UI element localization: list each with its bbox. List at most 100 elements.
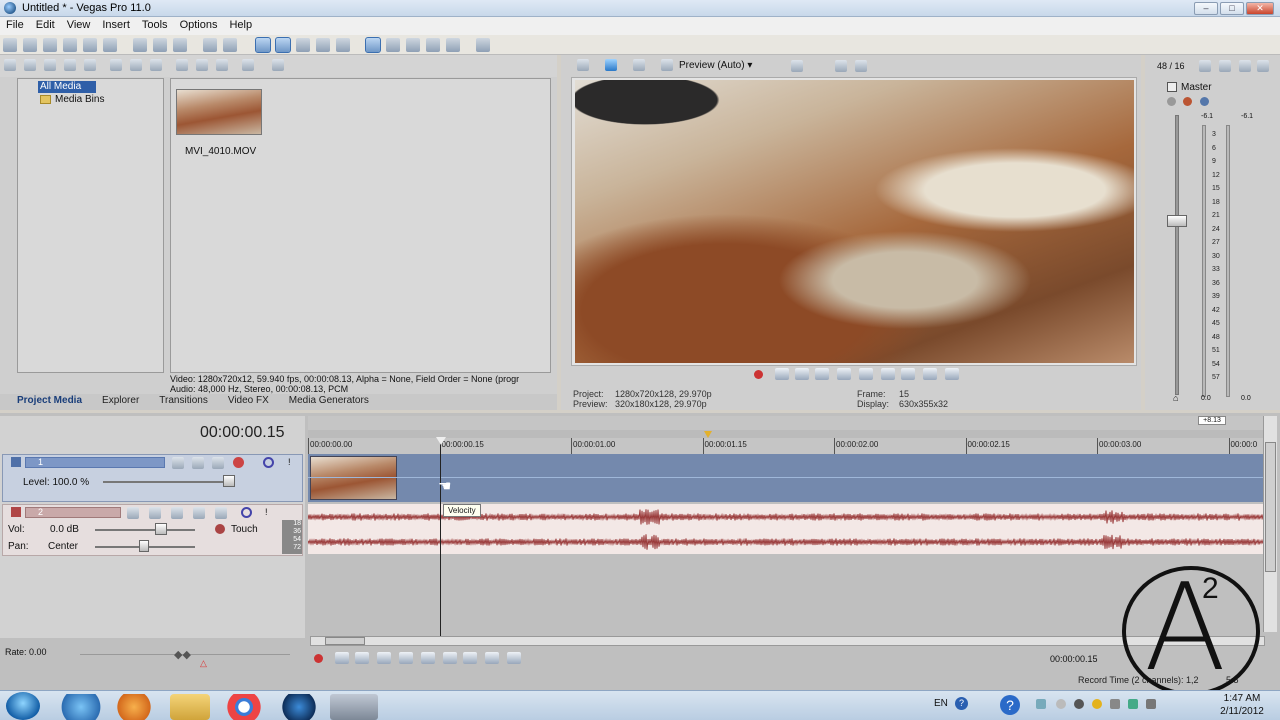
video-level-slider[interactable]: [103, 481, 233, 483]
file-explorer-icon[interactable]: [170, 694, 210, 720]
tab-explorer[interactable]: Explorer: [102, 395, 139, 406]
audio-fx-icon[interactable]: [149, 507, 161, 519]
tray-icon[interactable]: [1092, 699, 1102, 709]
master-insert-fx-icon[interactable]: [1167, 97, 1176, 106]
tree-item-media-bins[interactable]: Media Bins: [55, 94, 104, 105]
ignore-grouping-icon[interactable]: [406, 38, 421, 52]
render-icon[interactable]: [83, 38, 97, 52]
close-button[interactable]: ✕: [1246, 2, 1274, 15]
loop-marker-icon[interactable]: [704, 431, 712, 438]
save-as-icon[interactable]: [63, 38, 77, 52]
menu-file[interactable]: File: [0, 17, 30, 33]
compositing-mode-icon[interactable]: [172, 457, 184, 469]
tray-icon[interactable]: [1110, 699, 1120, 709]
automation-icon[interactable]: [215, 524, 225, 534]
undo-icon[interactable]: [202, 38, 217, 52]
split-screen-icon[interactable]: [661, 59, 673, 71]
play-icon[interactable]: [815, 368, 829, 380]
master-menu-icon[interactable]: [1257, 60, 1269, 72]
video-mute-icon[interactable]: [263, 457, 274, 468]
video-event-clip[interactable]: [310, 456, 397, 500]
track-fx-icon[interactable]: [212, 457, 224, 469]
playhead-handle-icon[interactable]: [436, 437, 446, 445]
loop-icon[interactable]: [775, 368, 789, 380]
chrome-icon[interactable]: [220, 694, 268, 720]
go-to-end-icon[interactable]: [901, 368, 915, 380]
tab-media-generators[interactable]: Media Generators: [289, 395, 369, 406]
go-to-start-icon[interactable]: [881, 368, 895, 380]
search-icon[interactable]: [272, 59, 284, 71]
camera-app-icon[interactable]: [330, 694, 378, 720]
auto-preview-icon[interactable]: [216, 59, 228, 71]
master-effects-icon[interactable]: [1183, 97, 1192, 106]
vol-slider[interactable]: [95, 529, 195, 531]
video-track-name-field[interactable]: [25, 457, 165, 468]
audio-solo-icon[interactable]: !: [265, 507, 268, 517]
preview-quality-dropdown[interactable]: Preview (Auto) ▾: [679, 60, 752, 71]
video-fx-icon[interactable]: [633, 59, 645, 71]
auto-crossfade-icon[interactable]: [426, 38, 441, 52]
play-media-icon[interactable]: [176, 59, 188, 71]
clock-date[interactable]: 2/11/2012: [1212, 706, 1272, 717]
marker-bar[interactable]: [308, 430, 1263, 438]
vol-slider-handle[interactable]: [155, 523, 167, 535]
timeline-loop-icon[interactable]: [335, 652, 349, 664]
stop-icon[interactable]: [859, 368, 873, 380]
tab-video-fx[interactable]: Video FX: [228, 395, 269, 406]
open-icon[interactable]: [23, 38, 37, 52]
tray-icon[interactable]: [1074, 699, 1084, 709]
volume-icon[interactable]: [1146, 699, 1156, 709]
lock-icon[interactable]: ⌂: [1173, 393, 1178, 403]
help-tray-icon[interactable]: ?: [1000, 695, 1020, 715]
timeline-play-icon[interactable]: [377, 652, 391, 664]
tray-icon[interactable]: [1056, 699, 1066, 709]
what-is-this-help-icon[interactable]: [475, 38, 490, 52]
markers-icon[interactable]: [446, 38, 461, 52]
save-snapshot-icon[interactable]: [855, 60, 867, 72]
capture-icon[interactable]: [24, 59, 36, 71]
minimize-button[interactable]: –: [1194, 2, 1218, 15]
video-level-slider-handle[interactable]: [223, 475, 235, 487]
maximize-button[interactable]: □: [1220, 2, 1244, 15]
clock-time[interactable]: 1:47 AM: [1212, 693, 1272, 704]
media-generators-icon[interactable]: [150, 59, 162, 71]
audio-track-collapse-icon[interactable]: [11, 507, 21, 517]
audio-track-fx-icon[interactable]: [171, 507, 183, 519]
properties-icon[interactable]: [103, 38, 117, 52]
vertical-scrollbar[interactable]: [1263, 416, 1277, 632]
menu-tools[interactable]: Tools: [136, 17, 174, 33]
network-icon[interactable]: [1128, 699, 1138, 709]
media-player-icon[interactable]: [110, 694, 158, 720]
menu-insert[interactable]: Insert: [96, 17, 136, 33]
timeline-record-icon[interactable]: [314, 654, 323, 663]
audio-track-menu-icon[interactable]: [193, 507, 205, 519]
get-media-web-icon[interactable]: [44, 59, 56, 71]
play-from-start-icon[interactable]: [795, 368, 809, 380]
views-icon[interactable]: [242, 59, 254, 71]
master-mute-icon[interactable]: [1239, 60, 1251, 72]
media-thumbnail[interactable]: [176, 89, 262, 135]
media-fx-icon[interactable]: [130, 59, 142, 71]
delete-icon[interactable]: [110, 59, 122, 71]
cut-icon[interactable]: [132, 38, 147, 52]
paste-icon[interactable]: [172, 38, 187, 52]
timeline-stop-icon[interactable]: [421, 652, 435, 664]
menu-help[interactable]: Help: [223, 17, 258, 33]
selection-tool-icon[interactable]: [296, 38, 311, 52]
lock-envelopes-icon[interactable]: [386, 38, 401, 52]
external-monitor-icon[interactable]: [605, 59, 617, 71]
timeline-ruler[interactable]: +8.13 00:00:00.00 00:00:00.15 00:00:01.00 0…: [308, 416, 1263, 454]
vertical-scroll-thumb[interactable]: [1265, 442, 1276, 572]
internet-explorer-icon[interactable]: [57, 694, 105, 720]
arm-record-icon[interactable]: [127, 507, 139, 519]
timeline-pause-icon[interactable]: [399, 652, 413, 664]
zoom-tool-icon[interactable]: [316, 38, 331, 52]
record-icon[interactable]: [754, 370, 763, 379]
menu-view[interactable]: View: [61, 17, 97, 33]
rate-slider-handle-icon[interactable]: ◆◆: [174, 648, 191, 661]
master-fx-icon[interactable]: [1219, 60, 1231, 72]
normal-edit-tool-icon[interactable]: [255, 37, 272, 53]
audio-mute-icon[interactable]: [241, 507, 252, 518]
timeline-go-to-start-icon[interactable]: [443, 652, 457, 664]
new-project-icon[interactable]: [3, 38, 17, 52]
